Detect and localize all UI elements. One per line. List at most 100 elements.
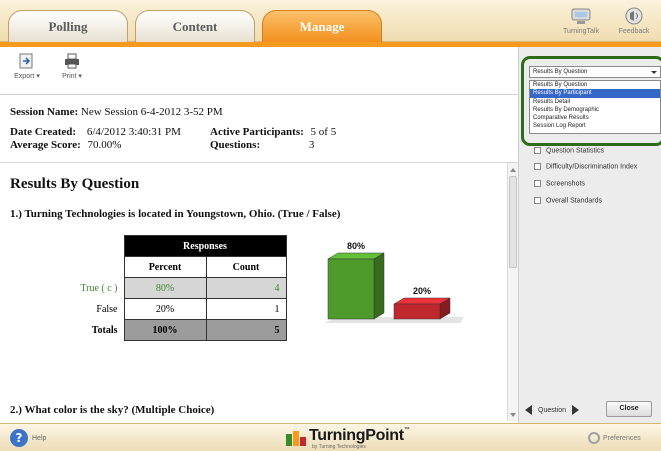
questions-value: 3 xyxy=(308,139,315,151)
preferences-button[interactable]: Preferences xyxy=(588,432,641,444)
print-label: Print xyxy=(62,73,77,80)
help-button[interactable]: ? Help xyxy=(10,429,46,447)
bar-front xyxy=(393,303,441,320)
brand-subtitle: by Turning Technologies xyxy=(312,444,366,450)
row-count: 1 xyxy=(205,298,287,320)
dropdown-option[interactable]: Results By Participant xyxy=(530,89,660,98)
option-question-statistics[interactable]: Question Statistics xyxy=(534,147,604,154)
bar-front xyxy=(327,258,375,320)
table-row: True ( c ) 80% 4 xyxy=(66,277,287,299)
active-participants-value: 5 of 5 xyxy=(310,126,337,138)
chart-bar xyxy=(393,297,451,320)
report-title: Results By Question xyxy=(10,176,140,192)
session-name-label: Session Name: xyxy=(10,106,79,118)
average-score-label: Average Score: xyxy=(10,139,81,151)
option-difficulty-index[interactable]: Difficulty/Discrimination Index xyxy=(534,163,637,170)
checkbox[interactable] xyxy=(534,197,541,204)
export-button[interactable]: Export ▾ xyxy=(10,53,44,80)
export-label: Export xyxy=(14,73,35,80)
scroll-thumb[interactable] xyxy=(509,176,517,268)
dropdown-option[interactable]: Session Log Report xyxy=(530,122,660,130)
gear-icon xyxy=(588,432,600,444)
chart-bar xyxy=(327,252,385,320)
active-participants-label: Active Participants: xyxy=(210,126,304,138)
bar-data-label: 20% xyxy=(413,286,431,296)
close-button[interactable]: Close xyxy=(606,401,652,417)
print-button[interactable]: Print ▾ xyxy=(55,53,89,80)
scroll-up-arrow-icon[interactable] xyxy=(510,168,516,172)
table-corner xyxy=(66,236,124,257)
responses-header: Responses xyxy=(123,235,287,257)
checkbox[interactable] xyxy=(534,163,541,170)
feedback-icon xyxy=(625,7,643,25)
results-bar-chart: 80% 20% xyxy=(324,241,464,323)
tab-content[interactable]: Content xyxy=(135,10,255,42)
bar-data-label: 80% xyxy=(347,241,365,251)
row-percent: 80% xyxy=(123,277,207,299)
report-type-selected: Results By Question xyxy=(533,69,588,75)
tab-polling[interactable]: Polling xyxy=(8,10,128,42)
top-tab-bar: Polling Content Manage TurningTalk Feedb… xyxy=(0,0,661,42)
help-icon: ? xyxy=(10,429,28,447)
count-column-header: Count xyxy=(205,256,287,278)
date-created-label: Date Created: xyxy=(10,126,77,138)
row-label: Totals xyxy=(91,324,118,336)
option-screenshots[interactable]: Screenshots xyxy=(534,180,585,187)
help-label: Help xyxy=(32,434,47,442)
export-icon xyxy=(19,53,33,69)
checkbox[interactable] xyxy=(534,147,541,154)
average-score-row: Average Score: 70.00% xyxy=(10,139,121,151)
feedback-label: Feedback xyxy=(618,28,650,35)
toolbar: Export ▾ Print ▾ xyxy=(0,47,518,95)
checkbox[interactable] xyxy=(534,180,541,187)
print-icon xyxy=(65,53,79,69)
turningtalk-label: TurningTalk xyxy=(563,28,599,35)
dropdown-option[interactable]: Results By Demographic xyxy=(530,106,660,114)
scroll-down-arrow-icon[interactable] xyxy=(510,413,516,417)
question-nav-label: Question xyxy=(538,406,567,414)
percent-column-header: Percent xyxy=(123,256,207,278)
feedback-button[interactable]: Feedback xyxy=(610,6,658,40)
session-name-value: New Session 6-4-2012 3-52 PM xyxy=(80,106,223,118)
turningpoint-window: Polling Content Manage TurningTalk Feedb… xyxy=(0,0,661,451)
responses-table: Responses Percent Count True ( c ) 80% 4… xyxy=(66,235,287,341)
next-question-icon[interactable] xyxy=(572,405,580,415)
question-navigator: Question xyxy=(525,405,580,415)
questions-label: Questions: xyxy=(210,139,261,151)
session-name-row: Session Name: New Session 6-4-2012 3-52 … xyxy=(10,106,223,118)
row-percent: 20% xyxy=(123,298,207,320)
active-participants-row: Active Participants: 5 of 5 xyxy=(210,126,336,138)
report-scrollbar[interactable] xyxy=(507,163,518,421)
option-label: Difficulty/Discrimination Index xyxy=(546,163,638,171)
preferences-label: Preferences xyxy=(603,434,641,442)
turningpoint-logo: TurningPoint™ by Turning Technologies xyxy=(285,427,410,451)
average-score-value: 70.00% xyxy=(87,139,122,151)
bar-side xyxy=(373,252,385,320)
option-overall-standards[interactable]: Overall Standards xyxy=(534,197,602,204)
option-label: Question Statistics xyxy=(546,147,604,155)
dropdown-option[interactable]: Results By Question xyxy=(530,81,660,89)
chevron-down-icon xyxy=(651,71,657,74)
turningpoint-logo-icon xyxy=(286,431,306,446)
dropdown-option[interactable]: Results Detail xyxy=(530,98,660,106)
turningtalk-icon xyxy=(571,8,591,24)
row-label: True ( c ) xyxy=(80,282,118,294)
report-view: Results By Question 1.) Turning Technolo… xyxy=(0,163,505,423)
row-count: 5 xyxy=(205,319,287,341)
question-2-text: 2.) What color is the sky? (Multiple Cho… xyxy=(10,404,215,416)
row-count: 4 xyxy=(205,277,287,299)
option-label: Overall Standards xyxy=(546,197,603,205)
table-corner-2 xyxy=(66,257,124,278)
row-label: False xyxy=(96,303,118,315)
tab-manage[interactable]: Manage xyxy=(262,10,382,42)
turningtalk-button[interactable]: TurningTalk xyxy=(557,6,605,40)
dropdown-option[interactable]: Comparative Results xyxy=(530,114,660,122)
previous-question-icon[interactable] xyxy=(525,405,532,415)
totals-row: Totals 100% 5 xyxy=(66,319,287,341)
question-1-text: 1.) Turning Technologies is located in Y… xyxy=(10,208,341,220)
report-type-select[interactable]: Results By Question xyxy=(529,66,661,78)
footer-bar: ? Help TurningPoint™ by Turning Technolog… xyxy=(0,423,661,451)
date-created-value: 6/4/2012 3:40:31 PM xyxy=(86,126,181,138)
questions-row: Questions: 3 xyxy=(210,139,314,151)
row-percent: 100% xyxy=(123,319,207,341)
